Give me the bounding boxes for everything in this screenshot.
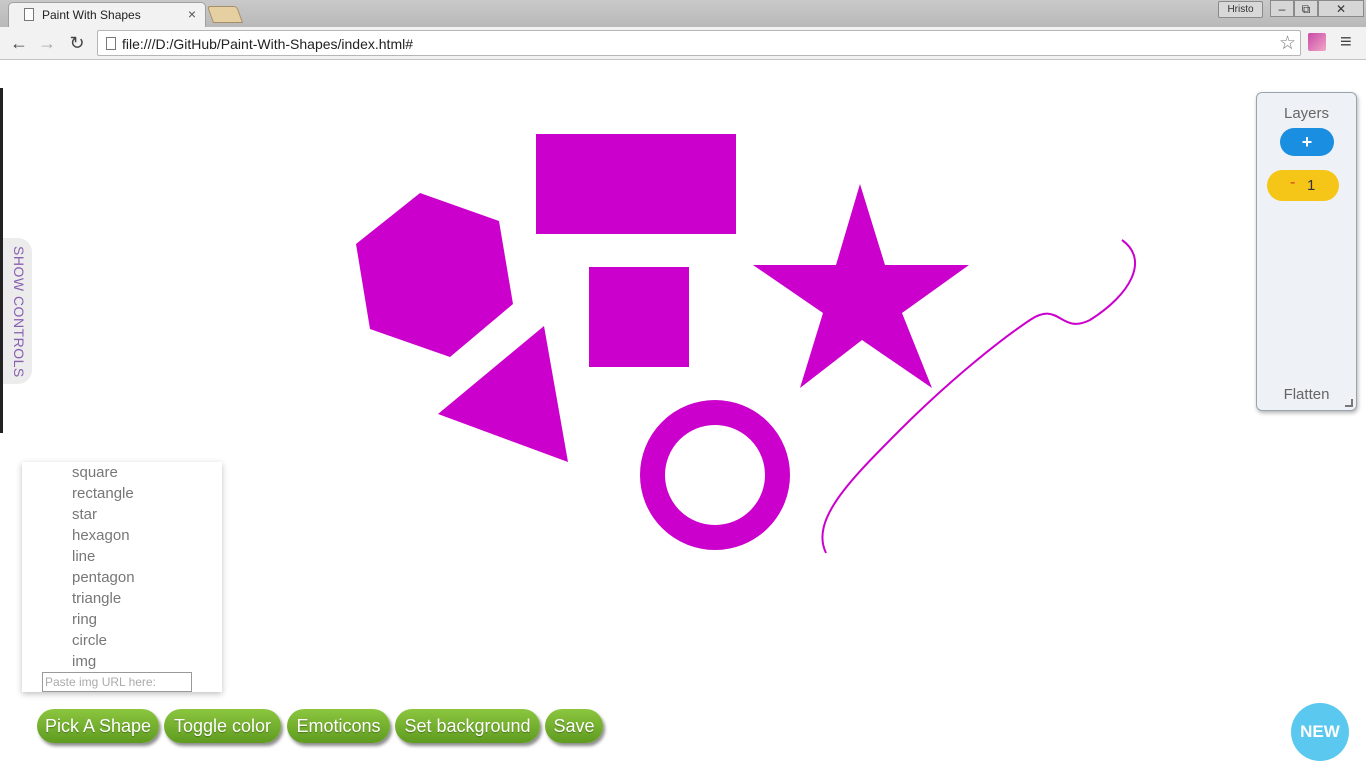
toggle-color-button[interactable]: Toggle color xyxy=(164,709,281,743)
show-controls-toggle[interactable]: SHOW CONTROLS xyxy=(3,238,32,384)
square-shape[interactable] xyxy=(589,267,689,367)
remove-layer-button[interactable]: - xyxy=(1290,174,1295,192)
layer-item[interactable]: - 1 xyxy=(1267,170,1339,201)
shape-option-hexagon[interactable]: hexagon xyxy=(72,527,130,544)
layers-panel: Layers + - 1 Flatten xyxy=(1256,92,1357,411)
resize-grip-icon[interactable] xyxy=(1345,399,1353,407)
hexagon-shape[interactable] xyxy=(356,193,513,357)
layers-title: Layers xyxy=(1283,105,1330,122)
shape-list: square rectangle star hexagon line penta… xyxy=(22,462,222,692)
shape-option-img[interactable]: img xyxy=(72,653,96,670)
pick-shape-button[interactable]: Pick A Shape xyxy=(37,709,159,743)
img-url-input[interactable] xyxy=(42,672,192,692)
rectangle-shape[interactable] xyxy=(536,134,736,234)
shape-option-star[interactable]: star xyxy=(72,506,97,523)
ring-shape[interactable] xyxy=(640,400,790,550)
save-button[interactable]: Save xyxy=(545,709,603,743)
shape-option-ring[interactable]: ring xyxy=(72,611,97,628)
set-background-button[interactable]: Set background xyxy=(395,709,540,743)
shape-option-triangle[interactable]: triangle xyxy=(72,590,121,607)
shape-option-square[interactable]: square xyxy=(72,464,118,481)
flatten-button[interactable]: Flatten xyxy=(1257,386,1356,403)
star-shape[interactable] xyxy=(753,184,969,388)
new-button[interactable]: NEW xyxy=(1291,703,1349,761)
shape-option-rectangle[interactable]: rectangle xyxy=(72,485,134,502)
shape-option-pentagon[interactable]: pentagon xyxy=(72,569,135,586)
emoticons-button[interactable]: Emoticons xyxy=(287,709,390,743)
add-layer-button[interactable]: + xyxy=(1280,128,1334,156)
shape-option-line[interactable]: line xyxy=(72,548,95,565)
show-controls-label: SHOW CONTROLS xyxy=(11,246,27,378)
shape-option-circle[interactable]: circle xyxy=(72,632,107,649)
layer-number: 1 xyxy=(1307,177,1316,194)
